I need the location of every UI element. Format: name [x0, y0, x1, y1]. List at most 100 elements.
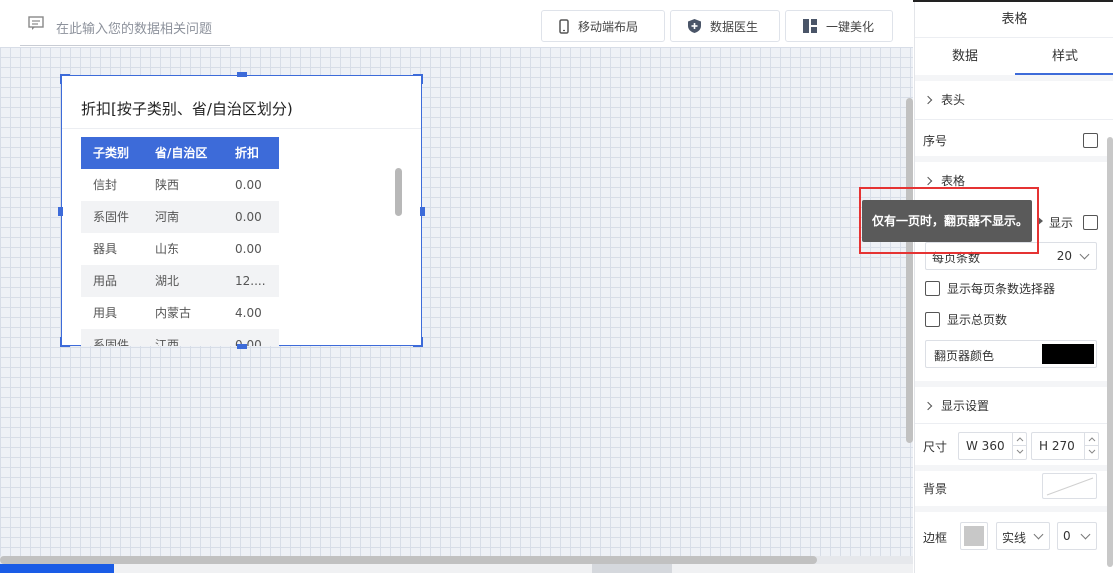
divider	[915, 423, 1113, 424]
cell-discount: 0.00	[235, 338, 262, 346]
cell-discount: 0.00	[235, 178, 262, 192]
table-row: 用具 内蒙古 4.00	[81, 297, 279, 329]
border-color-swatch	[964, 526, 984, 546]
show-total-pages-label: 显示总页数	[947, 313, 1008, 327]
column-header-province[interactable]: 省/自治区	[143, 137, 224, 169]
panel-title: 表格	[915, 2, 1113, 38]
dashboard-canvas[interactable]: 在此输入您的数据相关问题 移动端布局 数据医生 一键美化 折扣[按子类别、省/自…	[0, 0, 913, 573]
serial-number-checkbox[interactable]	[1083, 133, 1098, 148]
chevron-up-icon	[1088, 437, 1096, 442]
table-scrollbar[interactable]	[395, 168, 402, 216]
cell-subcategory: 器具	[93, 242, 118, 256]
layout-icon	[803, 19, 817, 33]
section-header-label: 表头	[941, 93, 966, 107]
per-page-value: 20	[1056, 249, 1072, 263]
section-header-collapse[interactable]: 表头	[923, 91, 966, 108]
border-width-value: 0	[1063, 529, 1071, 543]
chevron-down-icon	[1016, 449, 1024, 454]
height-input[interactable]: H 270	[1031, 432, 1099, 460]
serial-number-label: 序号	[923, 134, 948, 148]
title-divider	[62, 128, 421, 129]
border-label: 边框	[923, 531, 948, 545]
section-display-collapse[interactable]: 显示设置	[923, 397, 990, 414]
chevron-down-icon	[1079, 249, 1090, 260]
beautify-button[interactable]: 一键美化	[785, 10, 893, 42]
tab-data[interactable]: 数据	[915, 38, 1015, 75]
resize-corner-top-right[interactable]	[413, 74, 423, 84]
size-label: 尺寸	[923, 440, 948, 454]
shield-plus-icon	[688, 19, 701, 33]
question-search-box[interactable]: 在此输入您的数据相关问题	[20, 12, 230, 46]
scrollbar-thumb[interactable]	[0, 556, 817, 564]
background-color-picker[interactable]	[1042, 473, 1097, 499]
message-icon	[28, 16, 44, 30]
width-value: W 360	[966, 439, 1005, 453]
active-sheet-indicator[interactable]	[0, 564, 114, 573]
section-table-label: 表格	[941, 174, 966, 188]
resize-corner-top-left[interactable]	[60, 74, 70, 84]
show-total-pages-checkbox[interactable]	[925, 312, 940, 327]
panel-scrollbar[interactable]	[1107, 137, 1113, 567]
table-row: 系固件 河南 0.00	[81, 201, 279, 233]
height-value: H 270	[1039, 439, 1075, 453]
color-swatch-empty-icon	[1046, 477, 1094, 496]
bottom-bar-segment	[592, 564, 672, 573]
resize-handle-top[interactable]	[237, 72, 247, 77]
column-header-discount[interactable]: 折扣	[224, 137, 279, 169]
show-pager-checkbox[interactable]	[1083, 215, 1098, 230]
section-divider	[915, 156, 1113, 162]
table-widget-card[interactable]: 折扣[按子类别、省/自治区划分) 子类别 省/自治区 折扣 信封 陕西 0.00…	[58, 72, 425, 349]
show-per-page-selector-label: 显示每页条数选择器	[947, 282, 1056, 296]
height-decrement[interactable]	[1084, 446, 1098, 459]
width-decrement[interactable]	[1012, 446, 1026, 459]
width-increment[interactable]	[1012, 433, 1026, 446]
background-label: 背景	[923, 482, 948, 496]
tab-style[interactable]: 样式	[1015, 38, 1113, 75]
border-width-select[interactable]: 0	[1057, 522, 1097, 550]
mobile-layout-label: 移动端布局	[578, 19, 639, 34]
pager-color-field: 翻页器颜色	[925, 340, 1097, 368]
table-row: 信封 陕西 0.00	[81, 169, 279, 201]
table-row: 系固件 江西 0.00	[81, 329, 279, 346]
mobile-icon	[559, 18, 569, 34]
border-style-select[interactable]: 实线	[996, 522, 1050, 550]
cell-discount: 0.00	[235, 210, 262, 224]
resize-handle-left[interactable]	[58, 207, 63, 216]
cell-subcategory: 用品	[93, 274, 118, 288]
data-doctor-button[interactable]: 数据医生	[670, 10, 780, 42]
chevron-right-icon	[923, 401, 933, 411]
cell-province: 江西	[155, 338, 180, 346]
cell-discount: 12....	[235, 274, 266, 288]
cell-province: 内蒙古	[155, 306, 192, 320]
beautify-label: 一键美化	[826, 19, 875, 34]
section-divider	[915, 506, 1113, 512]
mobile-layout-button[interactable]: 移动端布局	[541, 10, 665, 42]
section-divider	[915, 465, 1113, 471]
section-display-label: 显示设置	[941, 399, 990, 413]
resize-corner-bottom-left[interactable]	[60, 337, 70, 347]
resize-corner-bottom-right[interactable]	[413, 337, 423, 347]
border-color-picker[interactable]	[960, 522, 988, 550]
cell-subcategory: 系固件	[93, 210, 130, 224]
resize-handle-bottom[interactable]	[237, 344, 247, 349]
cell-province: 陕西	[155, 178, 180, 192]
cell-subcategory: 用具	[93, 306, 118, 320]
resize-handle-right[interactable]	[420, 207, 425, 216]
width-input[interactable]: W 360	[958, 432, 1027, 460]
data-doctor-label: 数据医生	[710, 19, 759, 34]
table-body: 信封 陕西 0.00 系固件 河南 0.00 器具 山东 0.00 用品 湖北	[81, 169, 279, 346]
chevron-right-icon	[923, 95, 933, 105]
show-per-page-selector-checkbox[interactable]	[925, 281, 940, 296]
canvas-vertical-scrollbar[interactable]	[906, 98, 913, 443]
data-table: 子类别 省/自治区 折扣 信封 陕西 0.00 系固件 河南 0.00 器具 山…	[81, 137, 279, 346]
chevron-down-icon	[1033, 529, 1044, 540]
pager-color-swatch[interactable]	[1042, 344, 1094, 364]
widget-title: 折扣[按子类别、省/自治区划分)	[81, 100, 293, 118]
search-placeholder: 在此输入您的数据相关问题	[56, 22, 213, 37]
pager-color-label: 翻页器颜色	[934, 349, 995, 363]
highlight-box	[859, 187, 1039, 254]
canvas-horizontal-scrollbar[interactable]	[0, 556, 913, 564]
column-header-subcategory[interactable]: 子类别	[81, 137, 143, 169]
height-increment[interactable]	[1084, 433, 1098, 446]
chevron-up-icon	[1016, 437, 1024, 442]
